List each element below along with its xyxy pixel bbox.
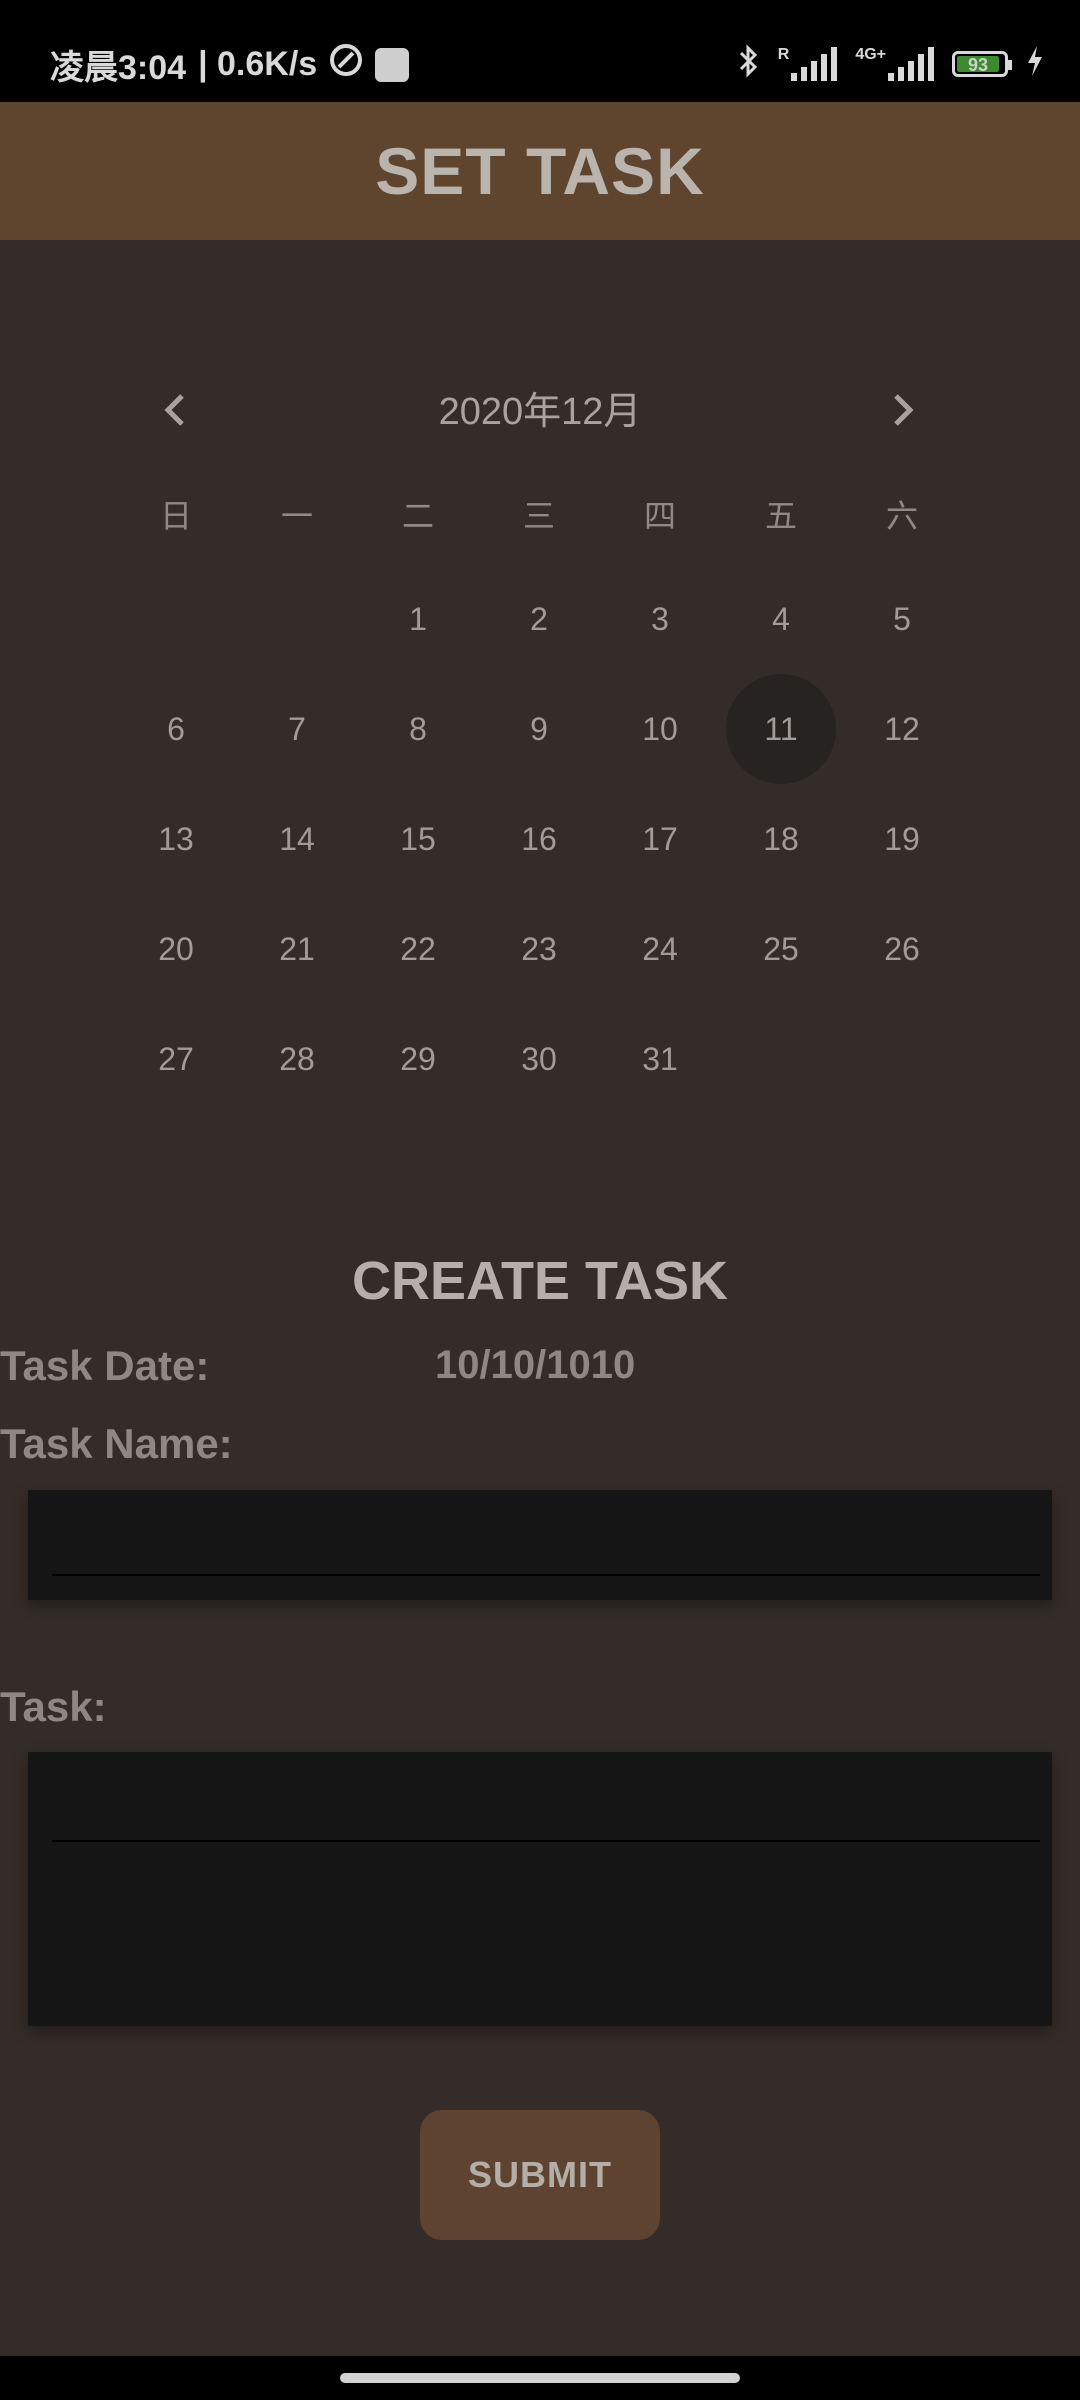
weekday-mon: 一 (280, 498, 313, 534)
calendar-day[interactable]: 19 (847, 784, 957, 894)
calendar-day[interactable]: 31 (605, 1004, 715, 1114)
calendar-day[interactable]: 21 (242, 894, 352, 1004)
calendar-day[interactable]: 15 (363, 784, 473, 894)
network-speed: | 0.6K/s (198, 45, 318, 83)
calendar-day[interactable]: 5 (847, 564, 957, 674)
calendar-day[interactable]: 7 (242, 674, 352, 784)
calendar-day[interactable]: 12 (847, 674, 957, 784)
app-bar: SET TASK (0, 102, 1080, 240)
calendar-header: 2020年12月 (0, 360, 1080, 460)
chevron-right-icon (894, 394, 914, 426)
task-date-label: Task Date: (0, 1342, 210, 1389)
calendar-day[interactable]: 27 (121, 1004, 231, 1114)
weekday-sat: 六 (885, 498, 918, 534)
calendar-day[interactable]: 28 (242, 1004, 352, 1114)
status-right: R 4G+ 93 (738, 44, 1044, 83)
home-indicator[interactable] (340, 2373, 740, 2383)
calendar-day[interactable]: 24 (605, 894, 715, 1004)
weekday-sun: 日 (159, 498, 192, 534)
signal-strength-1: R (777, 45, 838, 81)
calendar-day[interactable]: 25 (726, 894, 836, 1004)
signal-bars-1-icon (791, 46, 838, 81)
calendar-day-selected[interactable]: 11 (726, 674, 836, 784)
submit-button[interactable]: SUBMIT (420, 2110, 660, 2240)
weekday-fri: 五 (764, 498, 797, 534)
calendar-day[interactable]: 30 (484, 1004, 594, 1114)
calendar-day[interactable]: 20 (121, 894, 231, 1004)
calendar-day[interactable]: 3 (605, 564, 715, 674)
sim-notification-icon (375, 47, 410, 82)
calendar-day[interactable]: 10 (605, 674, 715, 784)
status-bar: 凌晨3:04 | 0.6K/s R 4G+ 93 (0, 0, 1080, 102)
page-title: SET TASK (375, 134, 705, 208)
system-nav-bar (0, 2356, 1080, 2400)
calendar-day[interactable]: 16 (484, 784, 594, 894)
signal-strength-2: 4G+ (855, 45, 934, 81)
signal-2-label: 4G+ (855, 45, 886, 63)
battery-icon: 93 (952, 50, 1012, 77)
task-name-underline (52, 1574, 1040, 1576)
next-month-button[interactable] (870, 378, 934, 442)
calendar-day[interactable]: 23 (484, 894, 594, 1004)
task-name-input[interactable] (52, 1512, 1040, 1570)
status-time: 凌晨3:04 (50, 49, 187, 87)
calendar-day[interactable]: 29 (363, 1004, 473, 1114)
bluetooth-icon (738, 44, 760, 83)
signal-bars-2-icon (888, 46, 934, 81)
calendar-day[interactable]: 13 (121, 784, 231, 894)
task-date-value[interactable]: 10/10/1010 (435, 1343, 635, 1388)
task-label: Task: (0, 1683, 107, 1730)
calendar-day[interactable]: 18 (726, 784, 836, 894)
weekday-tue: 二 (401, 498, 434, 534)
battery-level: 93 (957, 55, 999, 74)
status-left: 凌晨3:04 | 0.6K/s (50, 40, 410, 89)
task-field[interactable] (28, 1752, 1052, 2026)
task-name-field[interactable] (28, 1490, 1052, 1600)
calendar-day[interactable]: 8 (363, 674, 473, 784)
task-name-label: Task Name: (0, 1420, 233, 1467)
calendar-day[interactable]: 22 (363, 894, 473, 1004)
calendar-day[interactable]: 17 (605, 784, 715, 894)
charging-icon (1026, 45, 1044, 82)
no-disturb-icon (329, 43, 363, 86)
calendar-day[interactable]: 14 (242, 784, 352, 894)
calendar-day[interactable]: 1 (363, 564, 473, 674)
calendar-day[interactable]: 2 (484, 564, 594, 674)
weekday-wed: 三 (522, 498, 555, 534)
create-task-title: CREATE TASK (352, 1251, 728, 1311)
task-input[interactable] (52, 1772, 1040, 1836)
calendar-day[interactable]: 9 (484, 674, 594, 784)
calendar-day[interactable]: 4 (726, 564, 836, 674)
calendar-day[interactable]: 6 (121, 674, 231, 784)
signal-1-label: R (777, 45, 790, 63)
weekday-thu: 四 (643, 498, 676, 534)
calendar-day[interactable]: 26 (847, 894, 957, 1004)
task-underline (52, 1840, 1040, 1842)
